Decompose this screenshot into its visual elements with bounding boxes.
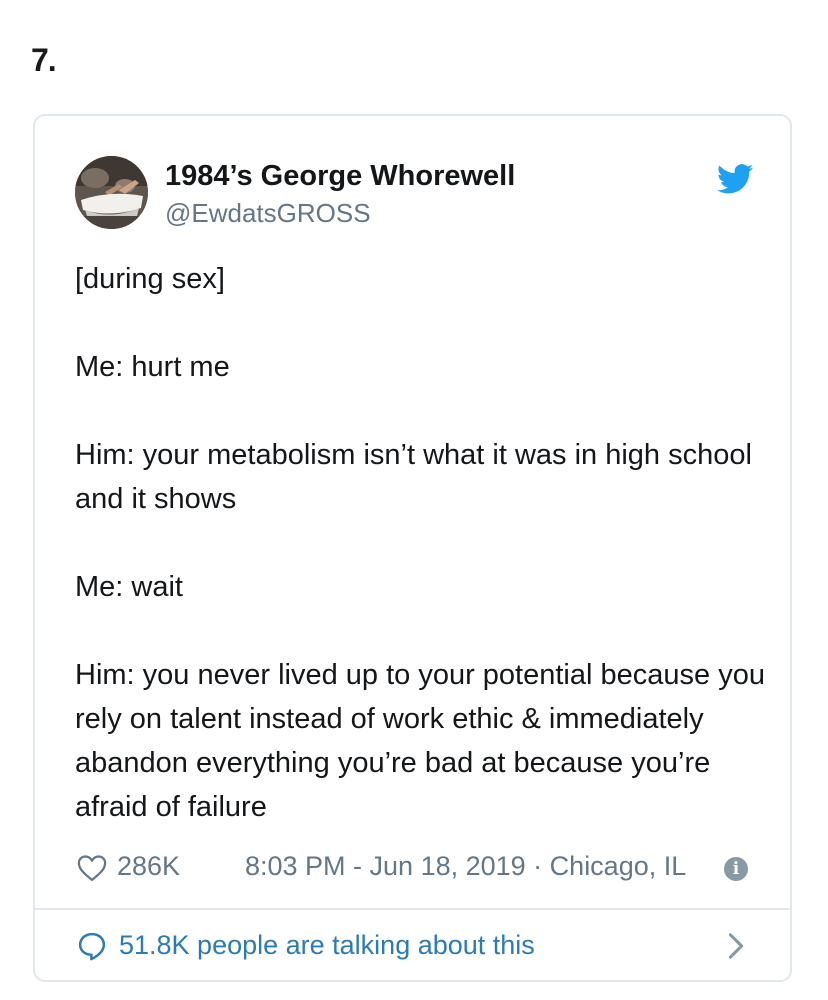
twitter-bird-icon[interactable] xyxy=(717,164,753,194)
tweet-paragraph: Me: wait xyxy=(75,571,183,603)
like-count[interactable]: 286K xyxy=(117,851,180,882)
heart-icon[interactable] xyxy=(77,854,107,882)
embedded-tweet-card[interactable]: 1984’s George Whorewell @EwdatsGROSS [du… xyxy=(33,114,792,982)
author-name[interactable]: 1984’s George Whorewell xyxy=(165,160,515,193)
list-number: 7. xyxy=(31,42,57,78)
author-handle[interactable]: @EwdatsGROSS xyxy=(165,198,371,229)
speech-bubble-icon xyxy=(78,932,106,961)
tweet-paragraph: Me: hurt me xyxy=(75,351,230,383)
conversation-link[interactable]: 51.8K people are talking about this xyxy=(75,926,755,966)
tweet-meta: 286K 8:03 PM - Jun 18, 2019 · Chicago, I… xyxy=(75,851,755,885)
tweet-paragraph: Him: you never lived up to your potentia… xyxy=(75,659,765,823)
info-icon[interactable]: i xyxy=(724,857,748,881)
talking-count-link[interactable]: 51.8K people are talking about this xyxy=(119,930,535,961)
tweet-paragraph: [during sex] xyxy=(75,263,225,295)
chevron-right-icon[interactable] xyxy=(727,932,745,960)
divider xyxy=(35,908,790,910)
avatar[interactable] xyxy=(75,156,148,229)
tweet-paragraph: Him: your metabolism isn’t what it was i… xyxy=(75,439,752,515)
tweet-timestamp-location[interactable]: 8:03 PM - Jun 18, 2019 · Chicago, IL xyxy=(245,851,686,882)
tweet-text: [during sex] Me: hurt me Him: your metab… xyxy=(75,257,765,829)
